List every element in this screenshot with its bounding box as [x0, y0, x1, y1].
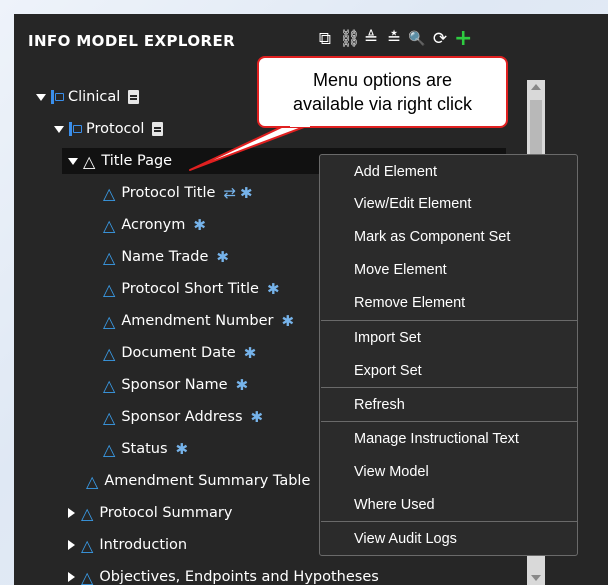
- puzzle-piece-icon: ✱: [281, 312, 295, 330]
- link-icon[interactable]: ⛓: [339, 28, 361, 50]
- menu-item-import-set[interactable]: Import Set: [320, 322, 577, 354]
- tree-node-label: Sponsor Address: [121, 409, 243, 425]
- collapsed-caret-icon[interactable]: [68, 540, 75, 550]
- tree-node-label: Introduction: [99, 537, 188, 553]
- element-triangle-icon: △: [103, 343, 116, 363]
- tree-node-protocol-short-title[interactable]: △ Protocol Short Title ✱: [103, 276, 280, 302]
- sync-link-icon: ⇄: [223, 184, 237, 202]
- document-icon[interactable]: [128, 90, 140, 104]
- element-triangle-icon: △: [103, 215, 116, 235]
- element-triangle-icon: △: [103, 375, 116, 395]
- callout-annotation: Menu options are available via right cli…: [257, 56, 508, 128]
- panel-title: INFO MODEL EXPLORER: [28, 32, 236, 50]
- menu-item-where-used[interactable]: Where Used: [320, 489, 577, 521]
- tree-node-label: Title Page: [101, 153, 173, 169]
- puzzle-piece-icon: ✱: [193, 216, 206, 234]
- scroll-up-arrow-icon[interactable]: [531, 84, 541, 90]
- menu-item-add-element[interactable]: Add Element: [320, 156, 577, 188]
- scroll-down-arrow-icon[interactable]: [531, 575, 541, 581]
- menu-item-view-edit-element[interactable]: View/Edit Element: [320, 188, 577, 220]
- folder-node-icon: [51, 90, 64, 104]
- menu-item-view-audit-logs[interactable]: View Audit Logs: [320, 523, 577, 555]
- element-triangle-icon: △: [81, 535, 94, 555]
- search-icon[interactable]: 🔍: [408, 28, 426, 50]
- tree-node-amendment-summary-table[interactable]: △ Amendment Summary Table: [86, 468, 310, 494]
- tree-node-protocol-title[interactable]: △ Protocol Title ⇄ ✱: [103, 180, 253, 206]
- element-triangle-icon: △: [83, 151, 96, 171]
- collapsed-caret-icon[interactable]: [68, 508, 75, 518]
- expand-caret-icon[interactable]: [36, 93, 46, 101]
- puzzle-piece-icon: ✱: [266, 280, 280, 298]
- element-triangle-icon: △: [103, 439, 116, 459]
- tree-node-label: Protocol: [86, 121, 145, 137]
- context-menu: Add Element View/Edit Element Mark as Co…: [319, 154, 578, 556]
- puzzle-piece-icon: ✱: [175, 440, 189, 458]
- refresh-icon[interactable]: ⟳: [431, 28, 449, 50]
- element-triangle-icon: △: [103, 407, 116, 427]
- puzzle-piece-icon: ✱: [250, 408, 264, 426]
- tree-node-label: Objectives, Endpoints and Hypotheses: [99, 569, 379, 585]
- element-triangle-icon: △: [103, 247, 116, 267]
- tree-node-name-trade[interactable]: △ Name Trade ✱: [103, 244, 229, 270]
- tree-node-sponsor-name[interactable]: △ Sponsor Name ✱: [103, 372, 248, 398]
- tree-node-sponsor-address[interactable]: △ Sponsor Address ✱: [103, 404, 263, 430]
- tree-node-label: Name Trade: [121, 249, 209, 265]
- expand-caret-icon[interactable]: [54, 125, 64, 133]
- tree-node-label: Status: [121, 441, 168, 457]
- puzzle-piece-icon: ✱: [235, 376, 249, 394]
- tree-node-acronym[interactable]: △ Acronym ✱: [103, 212, 206, 238]
- document-icon[interactable]: [152, 122, 164, 136]
- puzzle-piece-icon: ✱: [243, 344, 257, 362]
- element-triangle-icon: △: [103, 279, 116, 299]
- tree-node-label: Acronym: [121, 217, 186, 233]
- menu-separator: [321, 387, 577, 388]
- puzzle-piece-icon: ✱: [216, 248, 229, 266]
- tree-node-label: Protocol Title: [121, 185, 216, 201]
- tree-node-objectives[interactable]: △ Objectives, Endpoints and Hypotheses: [68, 564, 379, 585]
- element-triangle-icon: △: [81, 503, 94, 523]
- menu-item-refresh[interactable]: Refresh: [320, 389, 577, 421]
- menu-item-export-set[interactable]: Export Set: [320, 355, 577, 387]
- menu-separator: [321, 421, 577, 422]
- element-triangle-icon: △: [86, 471, 99, 491]
- menu-item-remove-element[interactable]: Remove Element: [320, 287, 577, 319]
- element-triangle-icon: △: [81, 567, 94, 585]
- tree-node-label: Sponsor Name: [121, 377, 228, 393]
- menu-separator: [321, 320, 577, 321]
- menu-item-view-model[interactable]: View Model: [320, 456, 577, 488]
- menu-separator: [321, 521, 577, 522]
- folder-node-icon: [69, 122, 82, 136]
- menu-item-manage-instructional-text[interactable]: Manage Instructional Text: [320, 423, 577, 455]
- collapse-icon[interactable]: ≛: [385, 28, 403, 50]
- add-icon[interactable]: +: [454, 28, 472, 50]
- expand-caret-icon[interactable]: [68, 157, 78, 165]
- callout-line-1: Menu options are: [312, 70, 453, 90]
- tree-node-label: Protocol Short Title: [121, 281, 259, 297]
- tree-node-amendment-number[interactable]: △ Amendment Number ✱: [103, 308, 294, 334]
- callout-line-2: available via right click: [292, 94, 473, 114]
- element-triangle-icon: △: [103, 183, 116, 203]
- tree-node-introduction[interactable]: △ Introduction: [68, 532, 187, 558]
- collapsed-caret-icon[interactable]: [68, 572, 75, 582]
- tree-node-label: Amendment Number: [121, 313, 274, 329]
- tree-node-protocol[interactable]: Protocol: [54, 116, 164, 142]
- tree-node-document-date[interactable]: △ Document Date ✱: [103, 340, 256, 366]
- tree-node-status[interactable]: △ Status ✱: [103, 436, 188, 462]
- puzzle-piece-icon: ✱: [240, 184, 253, 202]
- expand-icon[interactable]: ≜: [362, 28, 380, 50]
- tree-node-label: Protocol Summary: [99, 505, 233, 521]
- tree-node-label: Amendment Summary Table: [104, 473, 311, 489]
- menu-item-mark-as-component-set[interactable]: Mark as Component Set: [320, 221, 577, 253]
- tree-node-label: Clinical: [68, 89, 121, 105]
- element-triangle-icon: △: [103, 311, 116, 331]
- tree-node-clinical[interactable]: Clinical: [36, 84, 140, 110]
- copy-icon[interactable]: ⧉: [316, 28, 334, 50]
- tree-node-label: Document Date: [121, 345, 236, 361]
- toolbar: ⧉ ⛓ ≜ ≛ 🔍 ⟳ +: [316, 28, 473, 50]
- tree-node-protocol-summary[interactable]: △ Protocol Summary: [68, 500, 232, 526]
- menu-item-move-element[interactable]: Move Element: [320, 254, 577, 286]
